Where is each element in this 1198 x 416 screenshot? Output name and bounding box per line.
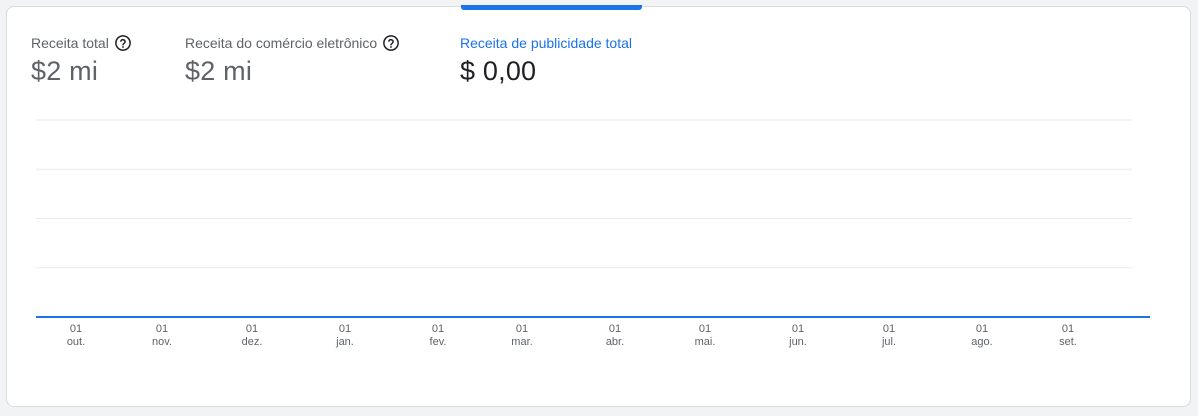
x-tick-day: 01: [609, 323, 621, 335]
x-tick-label: 01 dez.: [242, 323, 263, 348]
x-tick-day: 01: [156, 323, 168, 335]
x-tick-month: set.: [1059, 336, 1077, 348]
x-tick-month: jun.: [788, 336, 807, 348]
x-tick-label: 01 out.: [67, 323, 85, 348]
x-tick-label: 01 jul.: [881, 323, 896, 348]
x-tick-label: 01 jan.: [335, 323, 354, 348]
x-tick-day: 01: [699, 323, 711, 335]
x-tick-month: fev.: [430, 336, 447, 348]
x-tick-label: 01 mai.: [695, 323, 716, 348]
x-tick-day: 01: [976, 323, 988, 335]
x-tick-label: 01 abr.: [606, 323, 624, 348]
x-tick-day: 01: [339, 323, 351, 335]
x-tick-month: out.: [67, 336, 85, 348]
x-tick-month: ago.: [971, 336, 992, 348]
x-tick-label: 01 set.: [1059, 323, 1077, 348]
x-tick-month: abr.: [606, 336, 624, 348]
x-tick-day: 01: [70, 323, 82, 335]
x-tick-month: nov.: [152, 336, 172, 348]
x-tick-month: jan.: [335, 336, 354, 348]
x-tick-label: 01 mar.: [511, 323, 532, 348]
chart-gridlines: [36, 119, 1132, 269]
x-tick-day: 01: [246, 323, 258, 335]
x-tick-label: 01 fev.: [430, 323, 447, 348]
x-tick-label: 01 jun.: [788, 323, 807, 348]
x-tick-label: 01 ago.: [971, 323, 992, 348]
x-tick-month: dez.: [242, 336, 263, 348]
revenue-line-chart: 01 out.01 nov.01 dez.01 jan.01 fev.01 mar.01 ab…: [36, 119, 1150, 348]
x-tick-day: 01: [516, 323, 528, 335]
x-tick-month: mar.: [511, 336, 532, 348]
x-tick-day: 01: [883, 323, 895, 335]
x-tick-label: 01 nov.: [152, 323, 172, 348]
x-tick-day: 01: [792, 323, 804, 335]
x-tick-month: jul.: [881, 336, 896, 348]
chart-x-axis-ticks: 01 out.01 nov.01 dez.01 jan.01 fev.01 mar.01 ab…: [67, 323, 1077, 348]
x-tick-day: 01: [1062, 323, 1074, 335]
x-tick-day: 01: [432, 323, 444, 335]
x-tick-month: mai.: [695, 336, 716, 348]
